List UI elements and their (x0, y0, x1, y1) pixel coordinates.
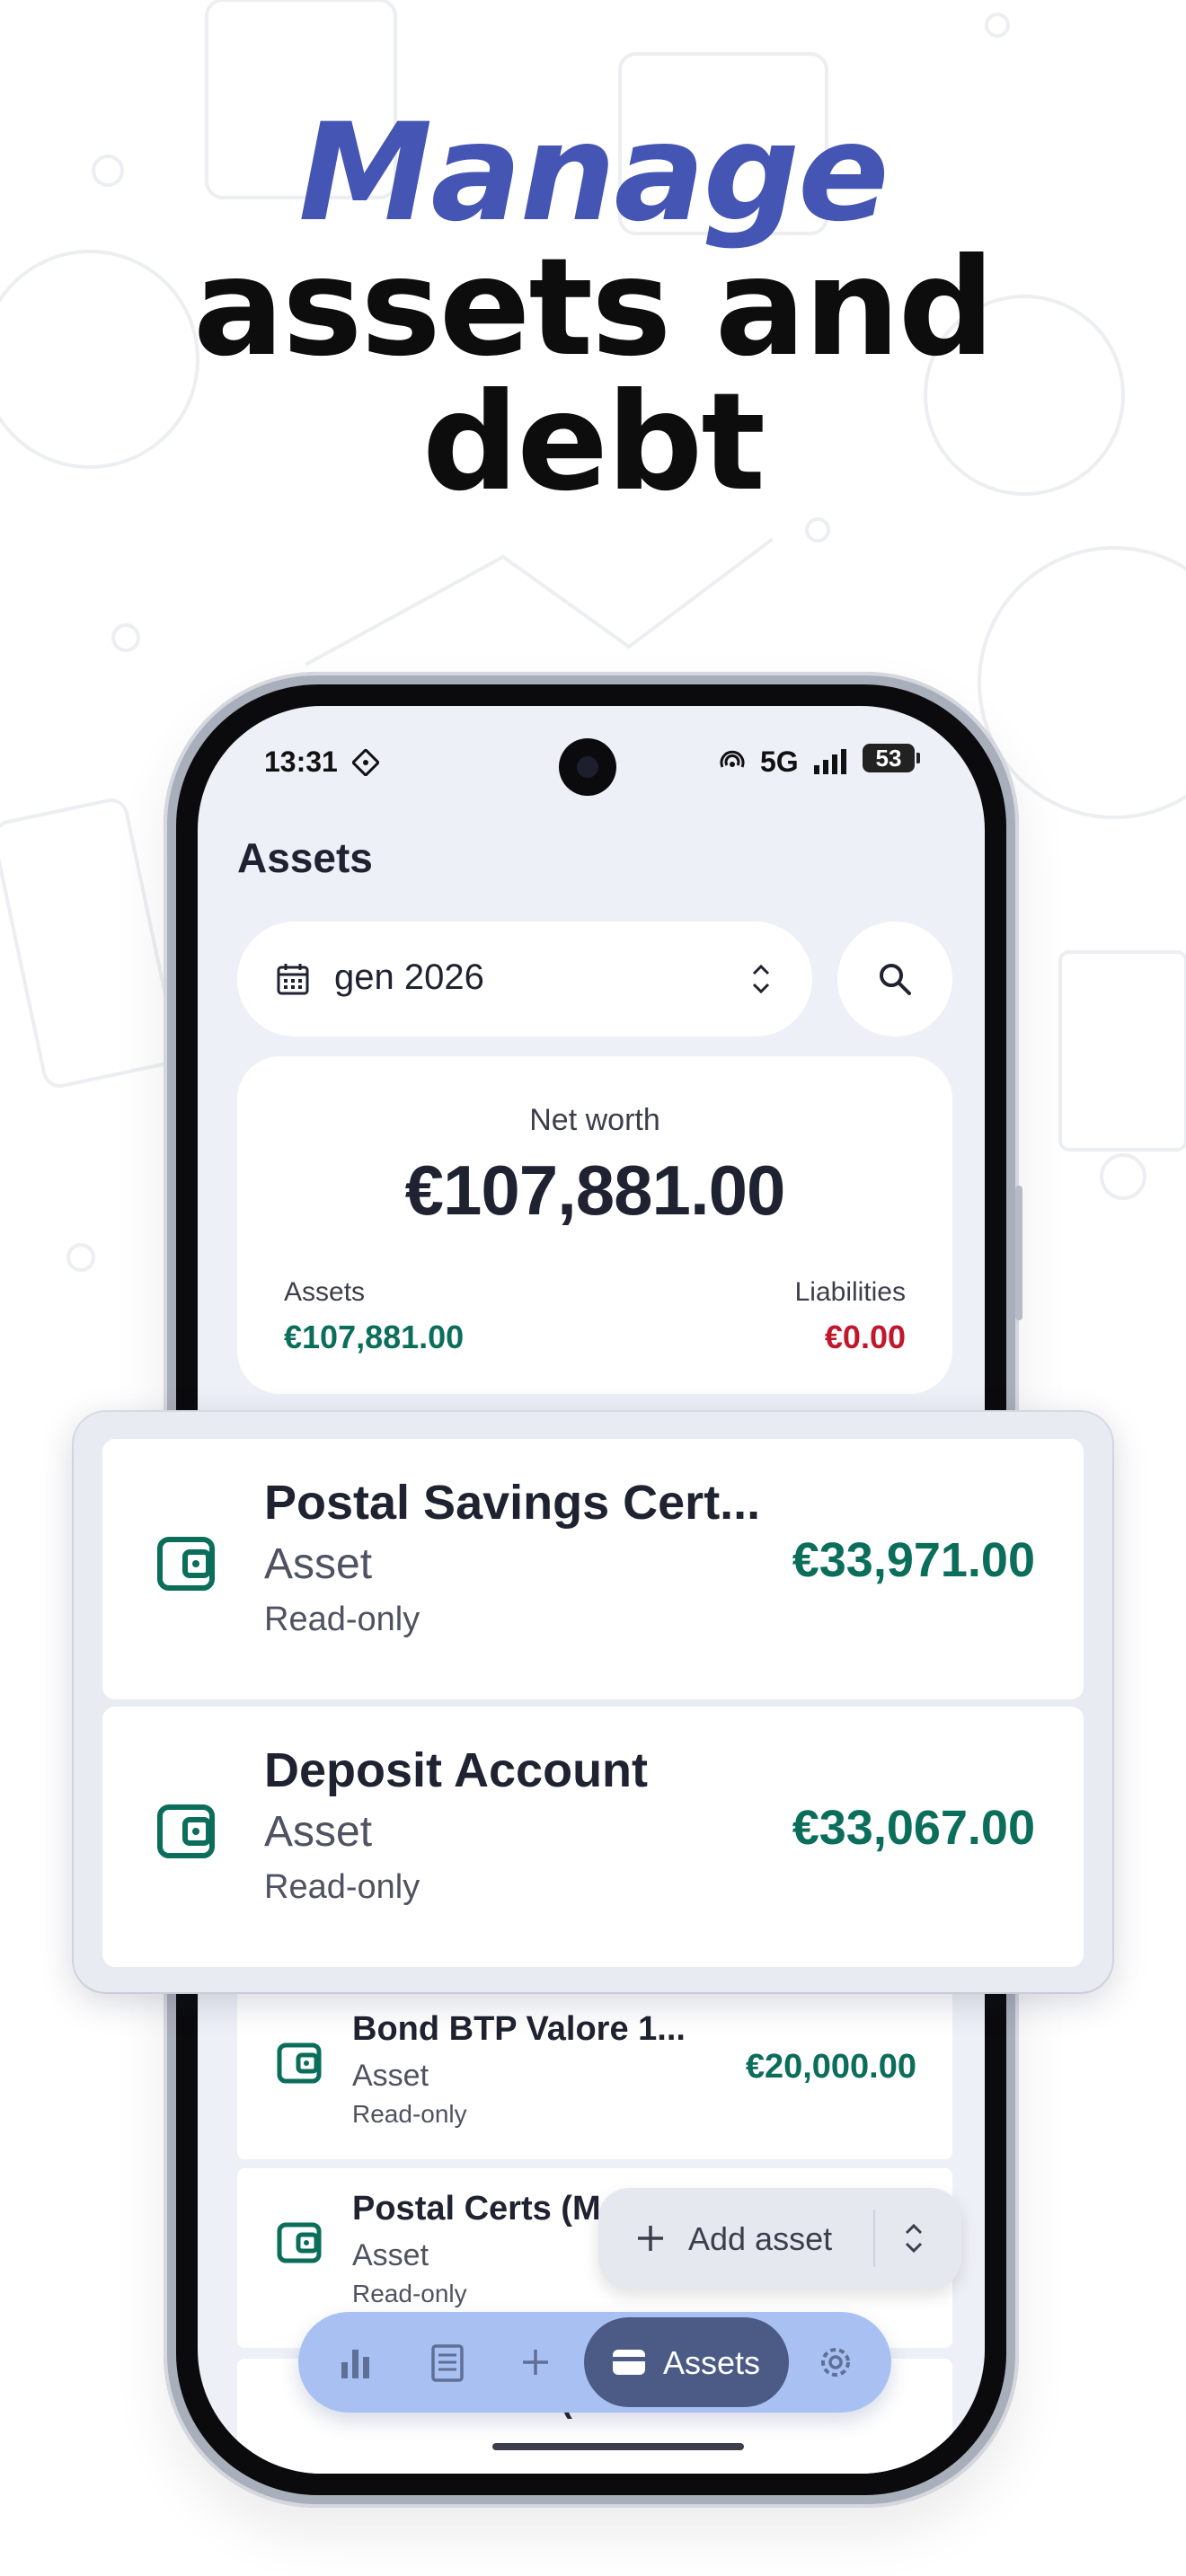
assets-label: Assets (284, 1277, 366, 1307)
search-button[interactable] (837, 922, 952, 1037)
item-status: Read-only (352, 2280, 467, 2307)
list-icon[interactable] (424, 2339, 471, 2386)
fab-divider (873, 2210, 875, 2267)
search-icon (880, 964, 911, 995)
item-status: Read-only (264, 1868, 420, 1906)
list-item[interactable]: Postal Savings Cert... Asset Read-only €… (102, 1439, 1084, 1699)
nav-assets-tab[interactable]: Assets (584, 2317, 789, 2407)
add-asset-button[interactable]: Add asset (598, 2188, 961, 2289)
item-type: Asset (352, 2059, 429, 2093)
item-amount: €33,971.00 (792, 1533, 1035, 1587)
month-selector[interactable]: gen 2026 (237, 922, 812, 1037)
headline-accent: Manage (298, 95, 890, 251)
cast-icon (352, 749, 379, 776)
status-time: 13:31 (264, 745, 338, 778)
item-status: Read-only (352, 2100, 467, 2128)
wallet-icon (157, 1537, 215, 1591)
plus-icon[interactable] (512, 2339, 559, 2386)
list-item[interactable]: Deposit Account Asset Read-only €33,067.… (102, 1707, 1084, 1967)
headline-line-3: debt (421, 365, 766, 521)
chevron-up-down-icon (752, 964, 770, 994)
plus-icon (638, 2226, 663, 2251)
battery-indicator: 53 (863, 744, 920, 772)
add-asset-label: Add asset (688, 2220, 833, 2257)
front-camera (559, 738, 616, 796)
liabilities-label: Liabilities (794, 1277, 906, 1307)
wallet-icon (277, 2222, 322, 2263)
zoomed-list-overlay: Postal Savings Cert... Asset Read-only €… (74, 1412, 1112, 1992)
item-type: Asset (264, 1808, 373, 1856)
headline-line-2: assets and (192, 230, 995, 386)
wallet-icon (613, 2350, 645, 2375)
list-item[interactable]: Bond BTP Valore 1... Asset Read-only €20… (237, 1989, 952, 2159)
gear-icon[interactable] (812, 2339, 859, 2386)
wallet-icon (157, 1804, 215, 1858)
liabilities-total: €0.00 (824, 1319, 906, 1355)
home-indicator[interactable] (492, 2443, 744, 2450)
net-worth-label: Net worth (529, 1103, 660, 1137)
month-value: gen 2026 (334, 957, 484, 997)
bottom-nav: Assets (298, 2312, 891, 2413)
item-amount: €33,067.00 (792, 1801, 1035, 1855)
item-type: Asset (264, 1540, 373, 1588)
phone-side-button (1015, 1186, 1022, 1320)
item-status: Read-only (264, 1601, 420, 1638)
net-worth-value: €107,881.00 (404, 1151, 786, 1230)
item-type: Asset (352, 2238, 429, 2272)
net-worth-card: Net worth €107,881.00 Assets €107,881.00… (237, 1056, 952, 1394)
item-amount: €20,000.00 (745, 2048, 916, 2086)
bar-chart-icon[interactable] (332, 2339, 379, 2386)
calendar-icon (277, 964, 309, 995)
signal-icon (814, 749, 846, 774)
assets-total: €107,881.00 (284, 1319, 465, 1355)
item-name: Postal Certs (M (352, 2190, 601, 2228)
network-type: 5G (760, 745, 799, 778)
nav-assets-label: Assets (663, 2344, 761, 2381)
wallet-icon (277, 2042, 322, 2084)
page-title: Assets (237, 834, 373, 881)
hotspot-icon (720, 750, 745, 768)
item-name: Bond BTP Valore 1... (352, 2010, 686, 2048)
chevron-up-down-icon[interactable] (900, 2219, 927, 2258)
item-name: Deposit Account (264, 1743, 649, 1797)
item-name: Postal Savings Cert... (264, 1476, 761, 1530)
